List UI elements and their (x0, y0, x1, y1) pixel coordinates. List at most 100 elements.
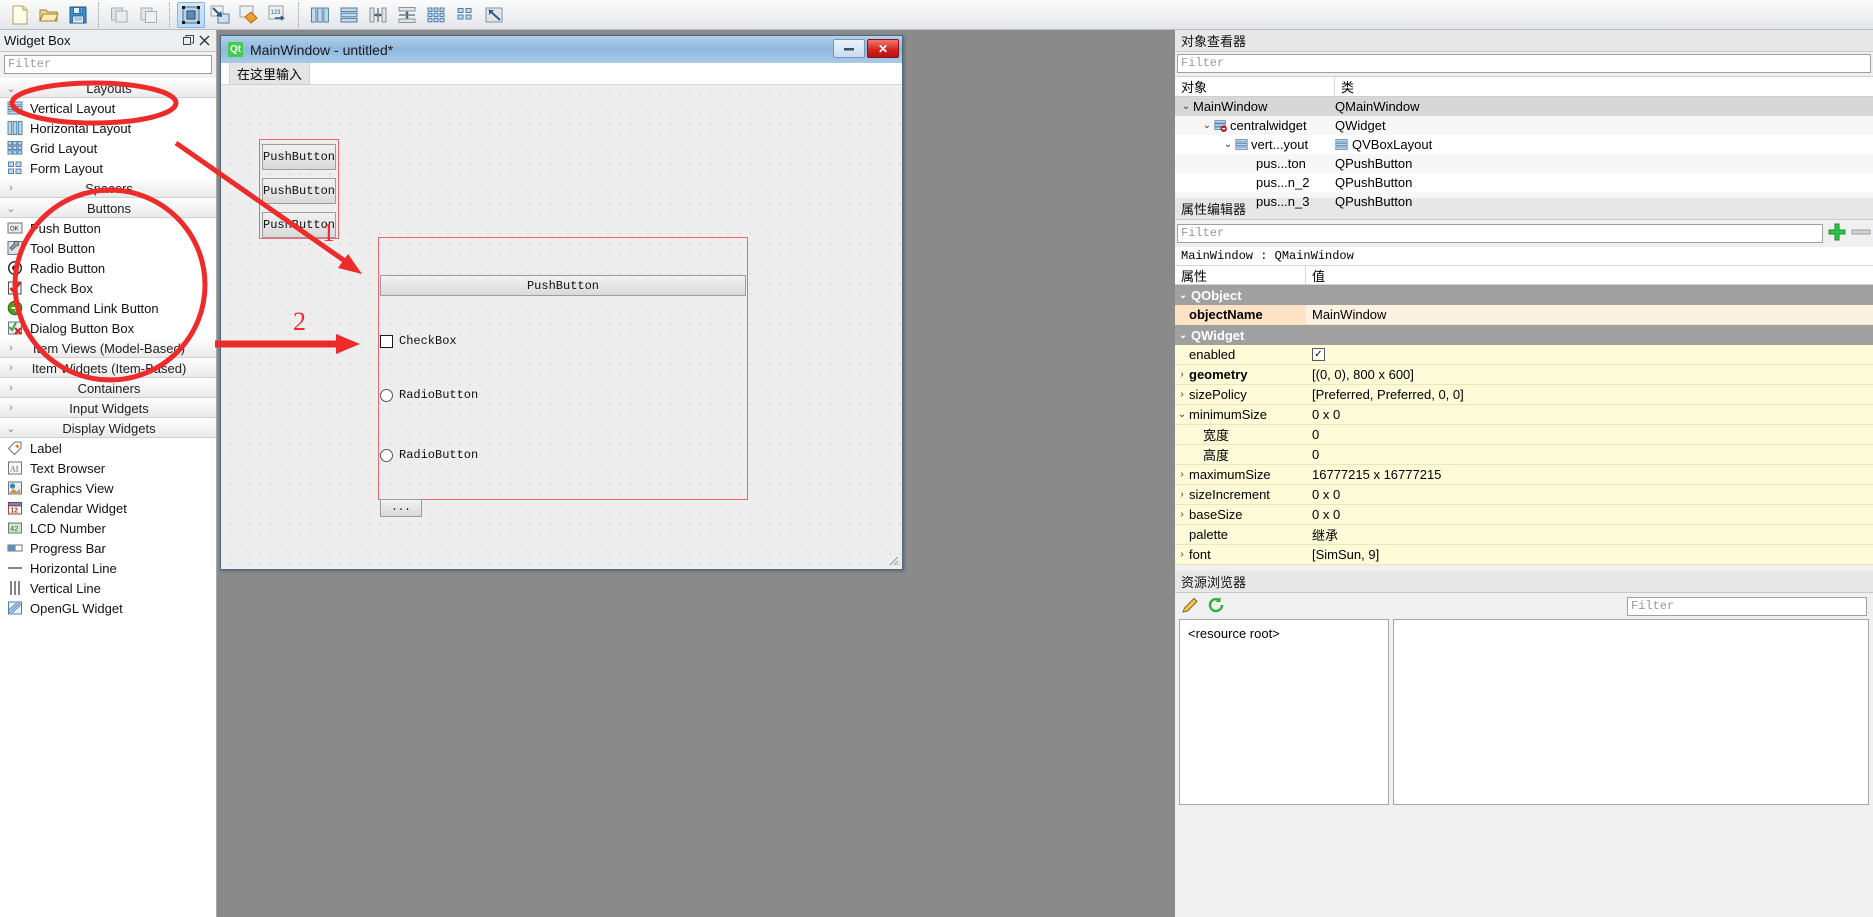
object-inspector-row[interactable]: pus...ton QPushButton (1175, 154, 1873, 173)
pencil-icon[interactable] (1181, 596, 1199, 617)
property-group-row[interactable]: ⌄ QObject (1175, 285, 1873, 305)
widget-item-grid-layout[interactable]: Grid Layout (0, 138, 216, 158)
widget-item-horizontal-layout[interactable]: Horizontal Layout (0, 118, 216, 138)
layout-vertically-button[interactable] (335, 2, 363, 28)
widget-item-dialog-button-box[interactable]: Dialog Button Box (0, 318, 216, 338)
widget-category-layouts[interactable]: ⌄ Layouts (0, 78, 216, 98)
close-button[interactable]: ✕ (867, 39, 899, 58)
radio-circle-icon[interactable] (380, 448, 393, 462)
chevron-right-icon[interactable]: › (1175, 369, 1189, 380)
open-form-button[interactable] (35, 2, 63, 28)
chevron-right-icon[interactable]: › (1175, 389, 1189, 400)
property-row[interactable]: › maximumSize 16777215 x 16777215 (1175, 465, 1873, 485)
widget-list[interactable]: ⌄ Layouts Vertical Layout Horizontal Layout… (0, 78, 216, 917)
copy-button[interactable] (106, 2, 134, 28)
minus-icon[interactable] (1851, 226, 1871, 241)
menu-placeholder[interactable]: 在这里输入 (229, 62, 311, 85)
widget-category-item-views-model-based[interactable]: › Item Views (Model-Based) (0, 338, 216, 358)
layout-grid-button[interactable] (422, 2, 450, 28)
widget-category-display-widgets[interactable]: ⌄ Display Widgets (0, 418, 216, 438)
widget-item-check-box[interactable]: Check Box (0, 278, 216, 298)
property-row[interactable]: › baseSize 0 x 0 (1175, 505, 1873, 525)
widget-category-buttons[interactable]: ⌄ Buttons (0, 198, 216, 218)
widget-category-containers[interactable]: › Containers (0, 378, 216, 398)
radio-button-widget-1[interactable]: RadioButton (380, 388, 478, 402)
widget-item-vertical-line[interactable]: Vertical Line (0, 578, 216, 598)
checkbox-box-icon[interactable] (380, 334, 393, 348)
layout-horizontally-button[interactable] (306, 2, 334, 28)
object-inspector-row[interactable]: pus...n_3 QPushButton (1175, 192, 1873, 211)
reload-icon[interactable] (1207, 596, 1225, 617)
widget-category-item-widgets-item-based[interactable]: › Item Widgets (Item-Based) (0, 358, 216, 378)
plus-icon[interactable] (1827, 222, 1847, 245)
layout-form-button[interactable] (451, 2, 479, 28)
radio-circle-icon[interactable] (380, 388, 393, 402)
property-row[interactable]: › geometry [(0, 0), 800 x 600] (1175, 365, 1873, 385)
property-row[interactable]: enabled ✓ (1175, 345, 1873, 365)
enabled-checkbox[interactable]: ✓ (1312, 348, 1325, 361)
new-form-button[interactable] (6, 2, 34, 28)
property-row[interactable]: › font [SimSun, 9] (1175, 545, 1873, 565)
widget-item-push-button[interactable]: OK Push Button (0, 218, 216, 238)
widget-item-vertical-layout[interactable]: Vertical Layout (0, 98, 216, 118)
object-inspector-row[interactable]: ⌄ centralwidget QWidget (1175, 116, 1873, 135)
chevron-down-icon[interactable]: ⌄ (1175, 290, 1191, 301)
widget-item-label[interactable]: Label (0, 438, 216, 458)
object-inspector-row[interactable]: pus...n_2 QPushButton (1175, 173, 1873, 192)
widget-item-tool-button[interactable]: Tool Button (0, 238, 216, 258)
chevron-down-icon[interactable]: ⌄ (1175, 409, 1189, 420)
widget-category-spacers[interactable]: › Spacers (0, 178, 216, 198)
chevron-down-icon[interactable]: ⌄ (1175, 330, 1191, 341)
widget-item-form-layout[interactable]: Form Layout (0, 158, 216, 178)
widget-item-progress-bar[interactable]: Progress Bar (0, 538, 216, 558)
widget-item-horizontal-line[interactable]: Horizontal Line (0, 558, 216, 578)
float-dock-icon[interactable] (180, 33, 196, 49)
property-row[interactable]: › sizeIncrement 0 x 0 (1175, 485, 1873, 505)
chevron-down-icon[interactable]: ⌄ (1179, 101, 1193, 112)
chevron-down-icon[interactable]: ⌄ (1221, 139, 1235, 150)
chevron-right-icon[interactable]: › (1175, 509, 1189, 520)
chevron-right-icon[interactable]: › (1175, 469, 1189, 480)
break-layout-button[interactable] (480, 2, 508, 28)
property-editor-rows[interactable]: ⌄ QObject objectName MainWindow ⌄ QWidget enab… (1175, 285, 1873, 565)
widget-item-radio-button[interactable]: Radio Button (0, 258, 216, 278)
form-menu-bar[interactable]: 在这里输入 (221, 62, 902, 85)
property-row[interactable]: objectName MainWindow (1175, 305, 1873, 325)
edit-signals-slots-button[interactable] (206, 2, 234, 28)
property-editor-filter-input[interactable]: Filter (1177, 224, 1823, 243)
property-row[interactable]: 高度 0 (1175, 445, 1873, 465)
edit-widgets-button[interactable] (177, 1, 205, 28)
widget-box-filter-input[interactable]: Filter (4, 55, 212, 74)
radio-button-widget-2[interactable]: RadioButton (380, 448, 478, 462)
object-inspector-filter-input[interactable]: Filter (1177, 54, 1871, 73)
property-row[interactable]: palette 继承 (1175, 525, 1873, 545)
object-inspector-row[interactable]: ⌄ MainWindow QMainWindow (1175, 97, 1873, 116)
close-icon[interactable] (196, 33, 212, 49)
push-button-2[interactable]: PushButton (262, 178, 336, 204)
edit-tab-order-button[interactable]: 123 (264, 2, 292, 28)
property-row[interactable]: 宽度 0 (1175, 425, 1873, 445)
widget-item-lcd-number[interactable]: 42 LCD Number (0, 518, 216, 538)
resource-preview[interactable] (1393, 619, 1869, 805)
layout-splitter-vertical-button[interactable] (393, 2, 421, 28)
widget-category-input-widgets[interactable]: › Input Widgets (0, 398, 216, 418)
property-row[interactable]: › sizePolicy [Preferred, Preferred, 0, 0] (1175, 385, 1873, 405)
checkbox-widget[interactable]: CheckBox (380, 334, 457, 348)
layout-splitter-horizontal-button[interactable] (364, 2, 392, 28)
chevron-right-icon[interactable]: › (1175, 489, 1189, 500)
object-inspector-row[interactable]: ⌄ vert...yout QVBoxLayout (1175, 135, 1873, 154)
tool-button[interactable]: ... (380, 499, 422, 517)
wide-push-button[interactable]: PushButton (380, 275, 746, 296)
minimize-button[interactable] (833, 39, 865, 58)
form-canvas[interactable]: PushButton PushButton PushButton PushBut… (221, 85, 902, 569)
widget-item-graphics-view[interactable]: Graphics View (0, 478, 216, 498)
widget-item-opengl-widget[interactable]: OpenGL Widget (0, 598, 216, 618)
paste-button[interactable] (135, 2, 163, 28)
edit-buddies-button[interactable] (235, 2, 263, 28)
push-button-1[interactable]: PushButton (262, 144, 336, 170)
property-row[interactable]: ⌄ minimumSize 0 x 0 (1175, 405, 1873, 425)
property-group-row[interactable]: ⌄ QWidget (1175, 325, 1873, 345)
widget-item-calendar-widget[interactable]: 12 Calendar Widget (0, 498, 216, 518)
widget-item-text-browser[interactable]: AI Text Browser (0, 458, 216, 478)
save-form-button[interactable] (64, 2, 92, 28)
